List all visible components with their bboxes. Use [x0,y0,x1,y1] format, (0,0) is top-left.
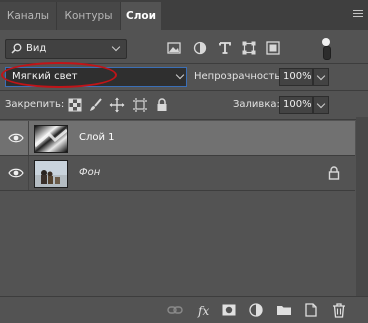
svg-text:fx: fx [197,304,209,318]
chevron-down-icon [175,70,185,80]
type-filter-icon[interactable] [216,39,234,57]
panel-menu-icon[interactable] [353,10,363,18]
lock-image-pixels-icon[interactable] [88,97,104,113]
filter-toggle-switch[interactable] [322,38,331,60]
filter-label: Вид [26,43,47,54]
add-mask-icon[interactable] [221,302,237,318]
lock-position-icon[interactable] [109,97,125,113]
visibility-eye-icon[interactable] [8,166,24,180]
layer-thumbnail[interactable] [34,160,68,188]
lock-artboard-icon[interactable] [132,97,148,113]
search-icon [11,43,22,54]
fill-value: 100% [283,99,312,110]
new-group-folder-icon[interactable] [276,302,292,318]
chevron-down-icon [111,42,121,52]
lock-all-icon[interactable] [154,97,170,113]
panel-tab-bar: Каналы Контуры Слои [0,0,368,30]
opacity-label: Непрозрачность: [194,71,284,82]
chevron-down-icon [316,99,326,109]
lock-transparency-icon[interactable] [67,97,83,113]
lock-icon [328,166,340,180]
tab-channels[interactable]: Каналы [0,2,56,30]
adjustment-filter-icon[interactable] [191,39,209,57]
layer-row[interactable]: Фон [0,156,355,190]
layer-style-fx-icon[interactable]: fx [197,302,213,318]
annotation-ellipse [1,62,117,88]
layers-scrollbar[interactable] [356,117,368,297]
opacity-input[interactable]: 100% [279,68,313,86]
layer-name[interactable]: Фон [79,167,100,178]
image-filter-icon[interactable] [165,39,183,57]
tab-paths[interactable]: Контуры [57,2,120,30]
layer-thumbnail[interactable] [34,125,68,153]
new-adjustment-layer-icon[interactable] [248,302,264,318]
chevron-down-icon [316,71,326,81]
layer-filter-select[interactable]: Вид [5,39,127,59]
delete-layer-trash-icon[interactable] [331,302,347,318]
tab-layers[interactable]: Слои [121,2,161,30]
layers-panel: Каналы Контуры Слои Вид Мягкий свет Непр… [0,0,368,323]
smart-object-filter-icon[interactable] [264,39,282,57]
fill-dropdown[interactable] [313,96,329,114]
new-layer-icon[interactable] [303,302,319,318]
opacity-dropdown[interactable] [313,68,329,86]
opacity-value: 100% [283,71,312,82]
lock-label: Закрепить: [5,99,65,110]
shape-filter-icon[interactable] [240,39,258,57]
link-layers-icon[interactable] [167,302,183,318]
fill-input[interactable]: 100% [279,96,313,114]
fill-label: Заливка: [233,99,280,110]
layer-name[interactable]: Слой 1 [79,132,115,143]
visibility-eye-icon[interactable] [8,131,24,145]
layer-row[interactable]: Слой 1 [0,121,355,155]
